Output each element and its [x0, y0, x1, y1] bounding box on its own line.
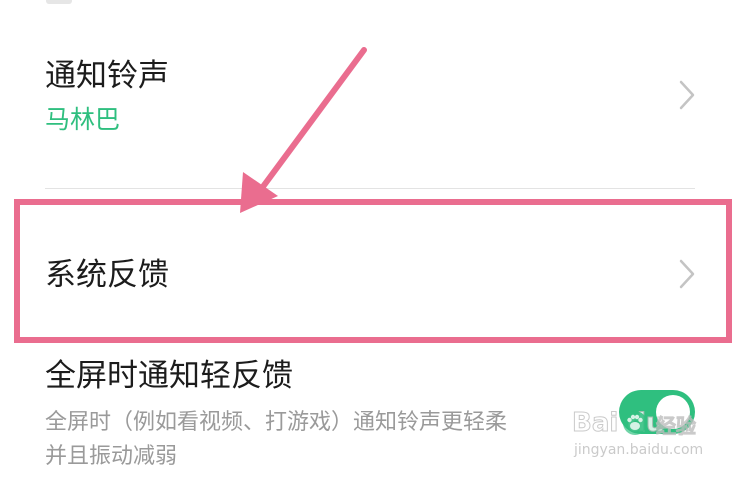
watermark-brand: Bai du — [571, 408, 665, 439]
notification-ringtone-title: 通知铃声 — [45, 58, 169, 94]
previous-item-edge — [46, 0, 72, 4]
fullscreen-light-feedback-description-line2: 并且振动减弱 — [45, 444, 178, 469]
chevron-right-icon — [679, 259, 695, 289]
paw-icon — [623, 411, 647, 435]
baidu-jingyan-watermark: Bai du 经验 jingyan.baidu.com — [571, 408, 722, 468]
watermark-product: 经验 — [656, 414, 697, 439]
notification-ringtone-value: 马林巴 — [45, 105, 121, 134]
fullscreen-light-feedback-title: 全屏时通知轻反馈 — [45, 358, 293, 394]
watermark-url: jingyan.baidu.com — [574, 442, 704, 458]
chevron-right-icon — [679, 80, 695, 110]
system-feedback-title: 系统反馈 — [45, 257, 169, 293]
fullscreen-light-feedback-description-line1: 全屏时（例如看视频、打游戏）通知铃声更轻柔 — [45, 410, 508, 435]
divider — [45, 188, 695, 189]
